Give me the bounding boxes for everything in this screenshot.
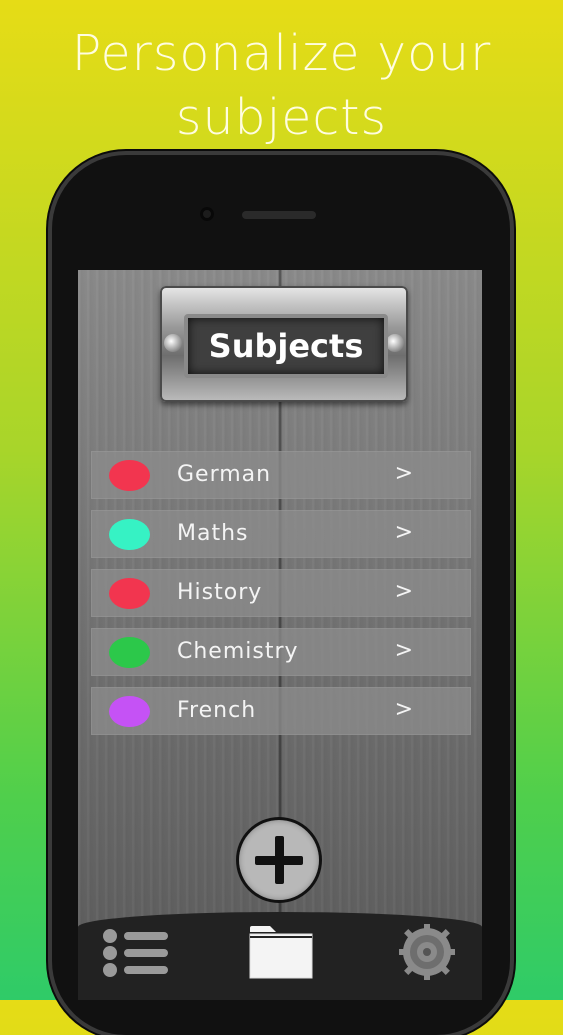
title-plate-inner: Subjects	[184, 314, 388, 378]
subject-row-french[interactable]: French >	[91, 687, 471, 735]
subject-color-dot	[109, 696, 150, 727]
rivet-left	[164, 334, 182, 352]
tab-bar	[78, 912, 482, 1000]
subject-color-dot	[109, 637, 150, 668]
add-subject-button[interactable]	[239, 820, 319, 900]
promo-headline: Personalize your subjects	[71, 25, 492, 146]
earpiece-speaker	[242, 211, 316, 219]
page-title: Subjects	[208, 327, 364, 365]
app-screen: Subjects German > Maths > History > Chem…	[78, 270, 482, 1000]
subject-label: Chemistry	[177, 639, 299, 664]
front-camera	[200, 207, 214, 221]
subject-color-dot	[109, 578, 150, 609]
chevron-right-icon: >	[394, 638, 413, 663]
tab-settings[interactable]	[394, 922, 460, 986]
subject-row-chemistry[interactable]: Chemistry >	[91, 628, 471, 676]
subject-row-maths[interactable]: Maths >	[91, 510, 471, 558]
subject-label: French	[177, 698, 257, 723]
chevron-right-icon: >	[394, 520, 413, 545]
folder-icon	[249, 926, 313, 979]
subject-label: History	[177, 580, 263, 605]
tab-list[interactable]	[100, 926, 170, 984]
subject-label: Maths	[177, 521, 249, 546]
subject-row-german[interactable]: German >	[91, 451, 471, 499]
subject-color-dot	[109, 460, 150, 491]
subject-list: German > Maths > History > Chemistry > F…	[91, 451, 471, 746]
tab-subjects[interactable]	[248, 924, 314, 984]
rivet-right	[386, 334, 404, 352]
subject-row-history[interactable]: History >	[91, 569, 471, 617]
chevron-right-icon: >	[394, 697, 413, 722]
chevron-right-icon: >	[394, 579, 413, 604]
gear-icon	[399, 924, 455, 980]
list-icon	[103, 929, 168, 977]
subject-color-dot	[109, 519, 150, 550]
plus-icon	[255, 836, 303, 884]
title-plate: Subjects	[160, 286, 408, 402]
subject-label: German	[177, 462, 272, 487]
chevron-right-icon: >	[394, 461, 413, 486]
